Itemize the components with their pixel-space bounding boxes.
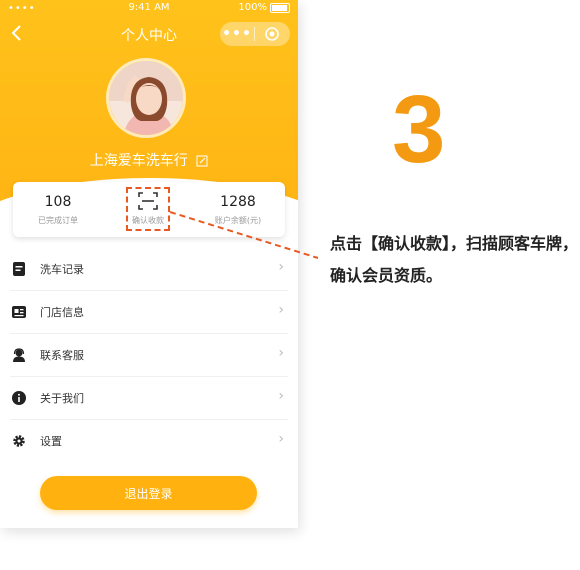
step-instruction: 点击【确认收款】，扫描顾客车牌，确认会员资质。 — [330, 234, 579, 285]
step-number: 3 — [392, 76, 446, 183]
